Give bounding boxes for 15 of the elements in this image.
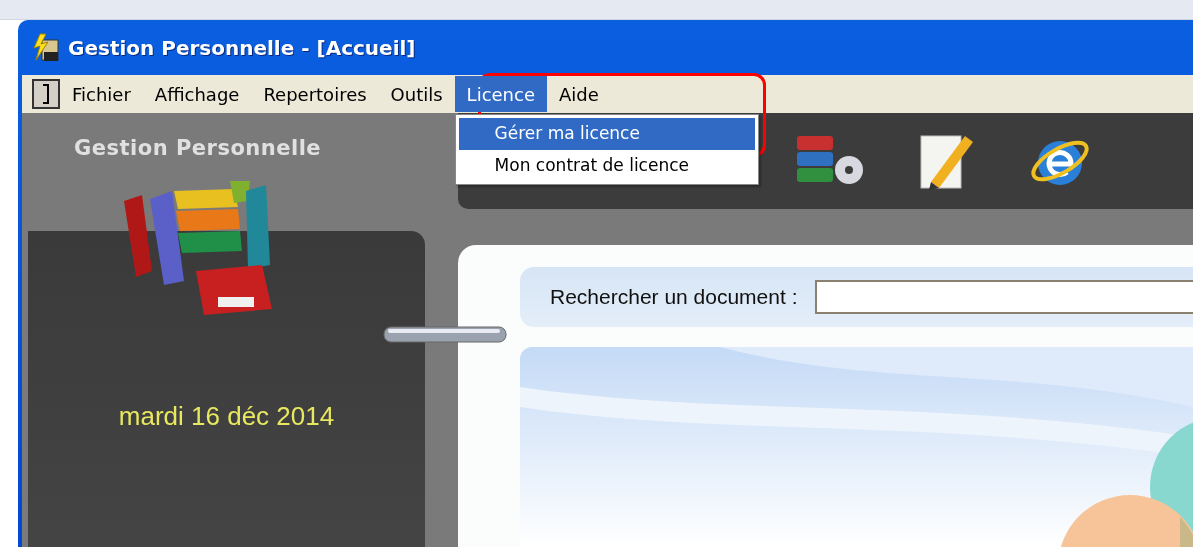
menu-item[interactable]: Repertoires: [251, 76, 379, 112]
search-label: Rechercher un document :: [550, 284, 798, 311]
app-menu-icon[interactable]: [32, 79, 60, 109]
dropdown-item[interactable]: Mon contrat de licence: [458, 149, 755, 181]
menu-item[interactable]: Fichier: [60, 76, 143, 112]
date-label: mardi 16 déc 2014: [118, 399, 335, 433]
dropdown-item[interactable]: Gérer ma licence: [458, 118, 755, 150]
menu-item[interactable]: Outils: [378, 76, 455, 112]
menu-item[interactable]: Licence: [454, 76, 547, 112]
menu-item[interactable]: Affichage: [142, 76, 252, 112]
menu-item[interactable]: Aide: [547, 76, 611, 112]
window-title: Gestion Personnelle - [Accueil]: [68, 34, 416, 62]
search-field[interactable]: [815, 280, 1193, 314]
app-icon: [30, 31, 62, 64]
sidebar-title: Gestion Personnelle: [74, 135, 323, 162]
